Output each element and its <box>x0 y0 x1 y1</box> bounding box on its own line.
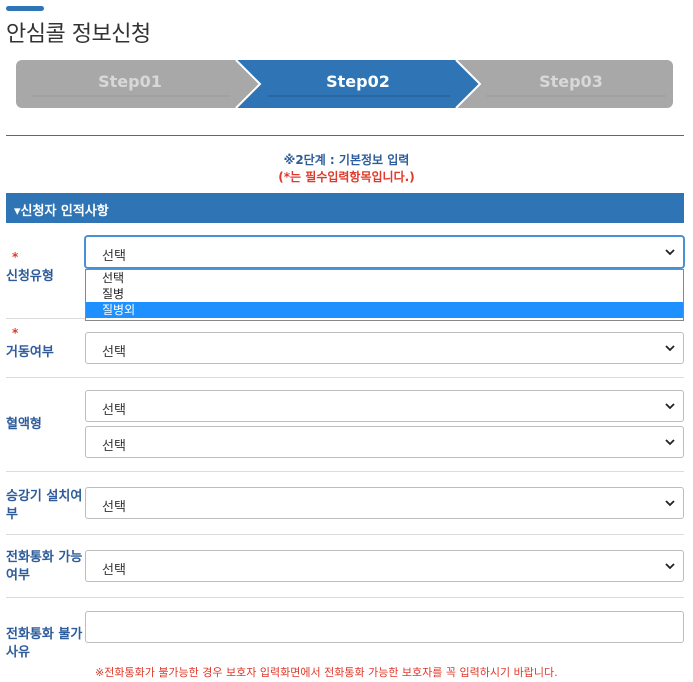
elevator-label: 승강기 설치여 부 <box>6 488 82 524</box>
elevator-select[interactable]: 선택 <box>85 487 684 519</box>
chevron-down-icon <box>665 249 675 256</box>
chevron-down-icon <box>665 563 675 570</box>
phone-reason-input[interactable] <box>85 611 684 643</box>
type-select[interactable]: 선택 <box>85 236 684 268</box>
step03-label: Step03 <box>539 72 603 91</box>
blood-select-2[interactable]: 선택 <box>85 426 684 458</box>
row-divider <box>6 597 684 598</box>
phone-ok-label-line1: 전화통화 가능 <box>6 550 83 565</box>
blood-select-2-value: 선택 <box>102 439 126 454</box>
phone-reason-label-line2: 사유 <box>6 645 30 660</box>
blood-select-1[interactable]: 선택 <box>85 390 684 422</box>
type-label: 신청유형 <box>6 269 54 284</box>
row-divider <box>6 534 684 535</box>
living-label: 거동여부 <box>6 345 54 360</box>
dropdown-option[interactable]: 질병 <box>86 286 683 302</box>
required-mark: * <box>12 250 19 264</box>
phone-ok-label-line2: 여부 <box>6 568 30 583</box>
elevator-label-line1: 승강기 설치여 <box>6 489 83 504</box>
dropdown-option[interactable]: 선택 <box>86 270 683 286</box>
required-mark: * <box>12 326 19 340</box>
living-select[interactable]: 선택 <box>85 332 684 364</box>
elevator-select-value: 선택 <box>102 500 126 515</box>
living-select-value: 선택 <box>102 345 126 360</box>
dropdown-option-highlighted[interactable]: 질병외 <box>86 302 683 318</box>
blood-select-1-value: 선택 <box>102 403 126 418</box>
required-notice: (*는 필수입력항목입니다.) <box>278 170 415 184</box>
step-notice: ※2단계 : 기본정보 입력 <box>283 153 410 167</box>
divider <box>6 135 684 136</box>
chevron-down-icon <box>665 403 675 410</box>
type-select-value: 선택 <box>102 249 126 264</box>
chevron-down-icon <box>665 345 675 352</box>
section-header: ▾신청자 인적사항 <box>6 193 684 223</box>
phone-ok-select[interactable]: 선택 <box>85 550 684 582</box>
phone-reason-label-line1: 전화통화 불가 <box>6 627 83 642</box>
phone-footnote: ※전화통화가 불가능한 경우 보호자 입력화면에서 전화통화 가능한 보호자를 … <box>95 666 558 679</box>
phone-ok-select-value: 선택 <box>102 563 126 578</box>
phone-ok-label: 전화통화 가능 여부 <box>6 549 82 585</box>
phone-reason-label: 전화통화 불가 사유 <box>6 626 82 662</box>
blood-label: 혈액형 <box>6 417 42 432</box>
step02-label: Step02 <box>326 72 390 91</box>
row-divider <box>6 471 684 472</box>
row-divider <box>6 377 684 378</box>
chevron-down-icon <box>665 439 675 446</box>
elevator-label-line2: 부 <box>6 507 18 522</box>
type-dropdown-list[interactable]: 선택 질병 질병외 <box>85 269 684 321</box>
title-accent-bar <box>6 6 44 11</box>
page-title: 안심콜 정보신청 <box>6 22 151 47</box>
step-indicator: Step01 Step02 Step03 <box>16 60 673 108</box>
step01-label: Step01 <box>98 72 162 91</box>
chevron-down-icon <box>665 500 675 507</box>
